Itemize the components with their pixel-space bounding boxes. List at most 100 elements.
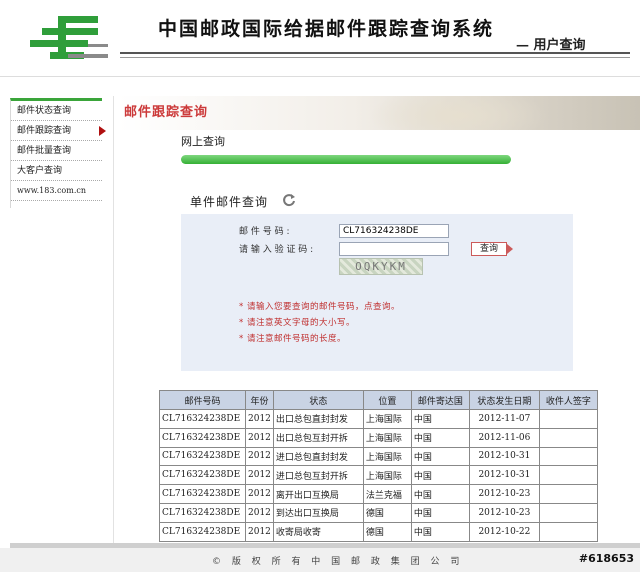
sidebar-divider	[113, 96, 114, 544]
table-row: CL716324238DE 2012 收寄局收寄 德国 中国 2012-10-22	[159, 521, 598, 542]
table-cell: 中国	[410, 484, 470, 504]
table-cell: 2012	[245, 427, 274, 448]
table-cell: 中国	[410, 446, 470, 467]
table-cell	[538, 502, 598, 523]
sidebar-item-label: 邮件状态查询	[17, 106, 72, 116]
table-cell: CL716324238DE	[159, 484, 246, 504]
table-cell: 上海国际	[362, 427, 412, 448]
captcha-label: 请 输 入 验 证 码 :	[239, 245, 314, 255]
tracking-number-input[interactable]	[339, 224, 449, 238]
table-cell: 2012	[245, 465, 274, 486]
sidebar-item-label: 大客户查询	[17, 166, 63, 176]
table-row: CL716324238DE 2012 到达出口互换局 德国 中国 2012-10-23	[159, 502, 598, 523]
footer: © 版 权 所 有 中 国 邮 政 集 团 公 司 #618653	[0, 548, 640, 572]
table-cell: 2012	[245, 521, 274, 542]
table-cell: 收寄局收寄	[272, 521, 364, 542]
table-cell: CL716324238DE	[159, 427, 246, 448]
table-row: CL716324238DE 2012 出口总包直封封发 上海国际 中国 2012-11-0…	[159, 409, 598, 429]
table-row: CL716324238DE 2012 进口总包互封开拆 上海国际 中国 2012-10-3…	[159, 465, 598, 486]
column-header: 状态	[272, 390, 364, 410]
watermark-id: #618653	[578, 552, 634, 565]
sidebar-item-label: 邮件批量查询	[17, 146, 72, 156]
banner-decoration	[368, 96, 548, 130]
site-title: 中国邮政国际给据邮件跟踪查询系统	[158, 18, 495, 40]
table-cell: 中国	[410, 521, 470, 542]
instruction-note: * 请输入您要查询的邮件号码，点查询。	[239, 302, 400, 312]
column-header: 状态发生日期	[468, 390, 540, 410]
instruction-note: * 请注意邮件号码的长度。	[239, 334, 346, 344]
table-cell: 2012	[245, 446, 274, 467]
sidebar-item-tracking-query[interactable]: 邮件跟踪查询	[11, 121, 106, 141]
section-title: 单件邮件查询	[190, 195, 269, 209]
tracking-number-label: 邮 件 号 码 :	[239, 227, 290, 237]
table-cell: CL716324238DE	[159, 446, 246, 467]
table-cell	[538, 427, 598, 448]
table-cell: 出口总包互封开拆	[272, 427, 364, 448]
sidebar-item-batch-query[interactable]: 邮件批量查询	[11, 141, 102, 161]
table-cell: CL716324238DE	[159, 502, 246, 523]
online-query-title: 网上查询	[181, 135, 225, 148]
table-cell: 2012	[245, 409, 274, 429]
user-query-link[interactable]: — 用户查询	[516, 34, 586, 53]
sidebar-item-key-account-query[interactable]: 大客户查询	[11, 161, 102, 181]
column-header: 年份	[245, 390, 274, 410]
header-divider-thin	[120, 57, 630, 58]
table-cell: 离开出口互换局	[272, 484, 364, 504]
table-cell: CL716324238DE	[159, 521, 246, 542]
captcha-input[interactable]	[339, 242, 449, 256]
refresh-icon[interactable]	[282, 193, 296, 207]
table-cell	[538, 446, 598, 467]
table-cell: CL716324238DE	[159, 465, 246, 486]
query-form-panel: 邮 件 号 码 : 请 输 入 验 证 码 : OQKYKM 查询 * 请输入您…	[181, 214, 573, 371]
table-row: CL716324238DE 2012 离开出口互换局 法兰克福 中国 2012-10-23	[159, 484, 598, 504]
page-banner: 邮件跟踪查询	[118, 96, 640, 130]
table-cell	[538, 521, 598, 542]
arrow-right-icon	[99, 126, 106, 136]
table-cell	[538, 484, 598, 504]
table-cell: 法兰克福	[362, 484, 412, 504]
table-cell: 2012	[245, 484, 274, 504]
captcha-image: OQKYKM	[339, 258, 423, 275]
table-cell: 中国	[410, 409, 470, 429]
sidebar-item-status-query[interactable]: 邮件状态查询	[11, 101, 102, 121]
table-cell: 2012-10-31	[468, 465, 540, 486]
sidebar: 邮件状态查询 邮件跟踪查询 邮件批量查询 大客户查询 www.183.com.c…	[10, 98, 106, 208]
table-cell: 进口总包互封开拆	[272, 465, 364, 486]
column-header: 收件人签字	[538, 390, 598, 410]
table-cell: 到达出口互换局	[272, 502, 364, 523]
table-cell: 上海国际	[362, 465, 412, 486]
column-header: 邮件号码	[159, 390, 246, 410]
table-cell: 2012-10-22	[468, 521, 540, 542]
table-row: CL716324238DE 2012 出口总包互封开拆 上海国际 中国 2012-11-0…	[159, 427, 598, 448]
instruction-note: * 请注意英文字母的大小写。	[239, 318, 355, 328]
sidebar-item-website-link[interactable]: www.183.com.cn	[11, 181, 102, 201]
table-cell: 上海国际	[362, 446, 412, 467]
query-button[interactable]: 查询	[471, 242, 513, 256]
tracking-results-table: 邮件号码 年份 状态 位置 邮件寄达国 状态发生日期 收件人签字 CL71632…	[159, 390, 598, 542]
table-cell	[538, 465, 598, 486]
table-cell: 2012-10-23	[468, 484, 540, 504]
table-cell: 德国	[362, 502, 412, 523]
table-header-row: 邮件号码 年份 状态 位置 邮件寄达国 状态发生日期 收件人签字	[159, 390, 598, 410]
header-band	[0, 76, 640, 96]
table-cell: 上海国际	[362, 409, 412, 429]
table-cell: 2012-11-07	[468, 409, 540, 429]
table-cell: 中国	[410, 465, 470, 486]
sidebar-item-label: www.183.com.cn	[17, 186, 87, 195]
table-cell: 2012-11-06	[468, 427, 540, 448]
column-header: 邮件寄达国	[410, 390, 470, 410]
table-cell: 德国	[362, 521, 412, 542]
green-divider-bar	[181, 155, 511, 164]
header: 中国邮政国际给据邮件跟踪查询系统 — 用户查询	[0, 0, 640, 76]
table-cell: 中国	[410, 427, 470, 448]
table-cell: 进口总包直封封发	[272, 446, 364, 467]
table-row: CL716324238DE 2012 进口总包直封封发 上海国际 中国 2012-10-3…	[159, 446, 598, 467]
banner-title: 邮件跟踪查询	[124, 105, 209, 120]
table-cell	[538, 409, 598, 429]
table-cell: 中国	[410, 502, 470, 523]
copyright-text: © 版 权 所 有 中 国 邮 政 集 团 公 司	[212, 557, 464, 567]
table-cell: 出口总包直封封发	[272, 409, 364, 429]
sidebar-item-label: 邮件跟踪查询	[17, 126, 72, 136]
table-cell: 2012-10-31	[468, 446, 540, 467]
china-post-logo	[30, 16, 108, 59]
